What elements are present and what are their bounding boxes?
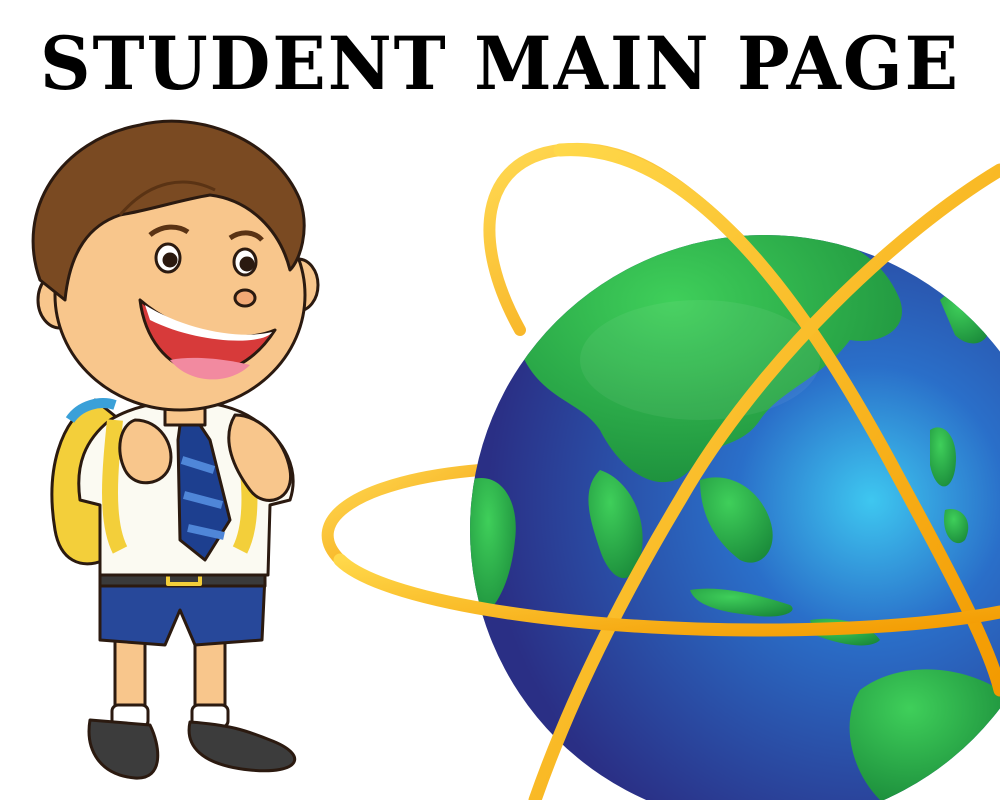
student-main-page: STUDENT MAIN PAGE bbox=[0, 0, 1000, 800]
student-illustration bbox=[31, 119, 320, 780]
student-icon bbox=[31, 119, 320, 780]
